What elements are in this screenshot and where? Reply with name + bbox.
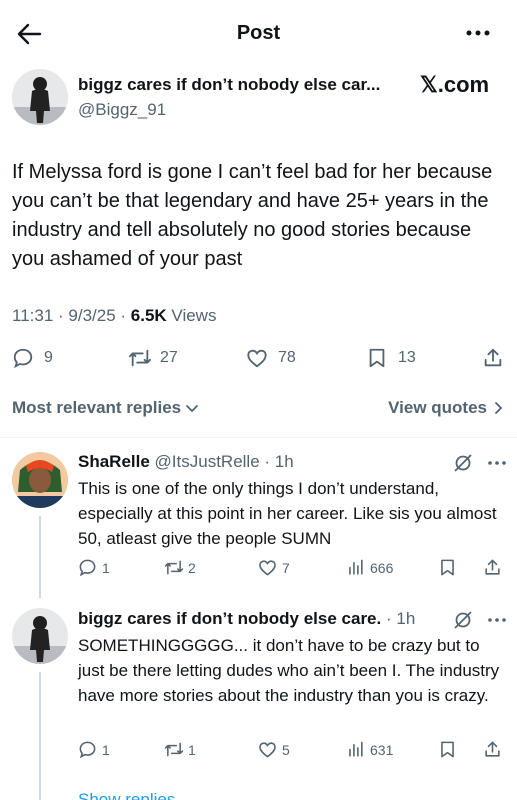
reply-author-name[interactable]: biggz cares if don’t nobody else care. xyxy=(78,609,381,628)
like-action[interactable]: 78 xyxy=(246,347,296,369)
replies-bar: Most relevant replies View quotes xyxy=(12,398,505,420)
like-count: 5 xyxy=(282,741,290,758)
page-title: Post xyxy=(236,22,281,44)
reply-header-icons xyxy=(453,610,507,630)
sort-replies-label: Most relevant replies xyxy=(12,398,182,417)
reply-text: SOMETHINGGGGG... it don’t have to be cra… xyxy=(78,636,500,705)
reply-actions: 1 2 7 666 xyxy=(78,558,503,578)
retweet-count: 27 xyxy=(160,349,178,366)
reply-header-icons xyxy=(453,453,507,473)
view-count: 666 xyxy=(370,559,394,576)
author-handle[interactable]: @Biggz_91 xyxy=(78,100,166,120)
reply-action[interactable]: 1 xyxy=(78,558,110,577)
bar-chart-icon xyxy=(346,558,365,577)
retweet-count: 1 xyxy=(188,741,196,758)
heart-icon xyxy=(258,740,277,759)
share-action[interactable] xyxy=(482,347,504,369)
bookmark-count: 13 xyxy=(398,349,416,366)
reply-count: 1 xyxy=(102,741,110,758)
view-quotes-button[interactable]: View quotes xyxy=(388,398,505,418)
bookmark-action[interactable]: 13 xyxy=(366,347,416,369)
heart-icon xyxy=(246,347,268,369)
views-action[interactable]: 631 xyxy=(346,740,393,759)
reply-count: 1 xyxy=(102,559,110,576)
retweet-action[interactable]: 1 xyxy=(164,740,196,759)
retweet-action[interactable]: 27 xyxy=(128,347,178,369)
retweet-icon xyxy=(164,558,184,577)
show-replies-link[interactable]: Show replies xyxy=(78,790,175,800)
bookmark-icon xyxy=(438,558,457,577)
comment-bubble-icon xyxy=(12,347,34,369)
share-icon xyxy=(482,347,504,369)
bookmark-icon xyxy=(438,740,457,759)
retweet-count: 2 xyxy=(188,559,196,576)
grok-icon[interactable] xyxy=(453,453,473,473)
reply-count: 9 xyxy=(44,349,53,366)
bookmark-icon xyxy=(366,347,388,369)
reply-action[interactable]: 1 xyxy=(78,740,110,759)
like-count: 7 xyxy=(282,559,290,576)
like-action[interactable]: 7 xyxy=(258,558,290,577)
reply-action[interactable]: 9 xyxy=(12,347,53,369)
view-count: 631 xyxy=(370,741,394,758)
heart-icon xyxy=(258,558,277,577)
share-action[interactable] xyxy=(483,740,502,759)
view-quotes-label: View quotes xyxy=(388,398,487,417)
comment-bubble-icon xyxy=(78,740,97,759)
more-options-icon[interactable] xyxy=(487,617,507,623)
reply-avatar[interactable] xyxy=(12,608,68,664)
top-bar: Post xyxy=(0,0,517,66)
reply-author-handle[interactable]: @ItsJustRelle xyxy=(155,452,260,471)
chevron-down-icon xyxy=(185,401,199,415)
reply-header: biggz cares if don’t nobody else care. ·… xyxy=(78,609,415,629)
author-name[interactable]: biggz cares if don’t nobody else car... xyxy=(78,75,408,95)
retweet-icon xyxy=(128,347,151,369)
reply-header: ShaRelle @ItsJustRelle · 1h xyxy=(78,452,294,472)
sort-replies-button[interactable]: Most relevant replies xyxy=(12,398,199,418)
more-options-icon[interactable] xyxy=(487,460,507,466)
reply-avatar[interactable] xyxy=(12,452,68,508)
reply-time[interactable]: · 1h xyxy=(386,609,415,628)
bookmark-action[interactable] xyxy=(438,558,457,577)
reply-author-name[interactable]: ShaRelle xyxy=(78,452,150,471)
views-action[interactable]: 666 xyxy=(346,558,393,577)
reply-time[interactable]: · 1h xyxy=(264,452,293,471)
like-count: 78 xyxy=(278,349,296,366)
grok-icon[interactable] xyxy=(453,610,473,630)
author-avatar[interactable] xyxy=(12,69,68,125)
retweet-icon xyxy=(164,740,184,759)
views-count: 6.5K xyxy=(130,306,167,325)
chevron-right-icon xyxy=(491,401,505,415)
tweet-timestamp[interactable]: 11:31 · 9/3/25 · xyxy=(12,306,131,325)
views-label: Views xyxy=(166,306,217,325)
like-action[interactable]: 5 xyxy=(258,740,290,759)
reply-actions: 1 1 5 631 xyxy=(78,740,503,760)
comment-bubble-icon xyxy=(78,558,97,577)
reply-text: This is one of the only things I don’t u… xyxy=(78,479,497,548)
bar-chart-icon xyxy=(346,740,365,759)
tweet-text: If Melyssa ford is gone I can’t feel bad… xyxy=(12,161,493,270)
bookmark-action[interactable] xyxy=(438,740,457,759)
share-icon xyxy=(483,558,502,577)
share-action[interactable] xyxy=(483,558,502,577)
thread-line xyxy=(39,672,41,800)
thread-line xyxy=(39,516,41,598)
divider xyxy=(0,437,517,438)
more-options-icon[interactable] xyxy=(465,26,491,40)
tweet-meta: 11:31 · 9/3/25 · 6.5K Views xyxy=(12,306,216,326)
retweet-action[interactable]: 2 xyxy=(164,558,196,577)
source-badge: 𝕏.com xyxy=(420,72,490,97)
share-icon xyxy=(483,740,502,759)
